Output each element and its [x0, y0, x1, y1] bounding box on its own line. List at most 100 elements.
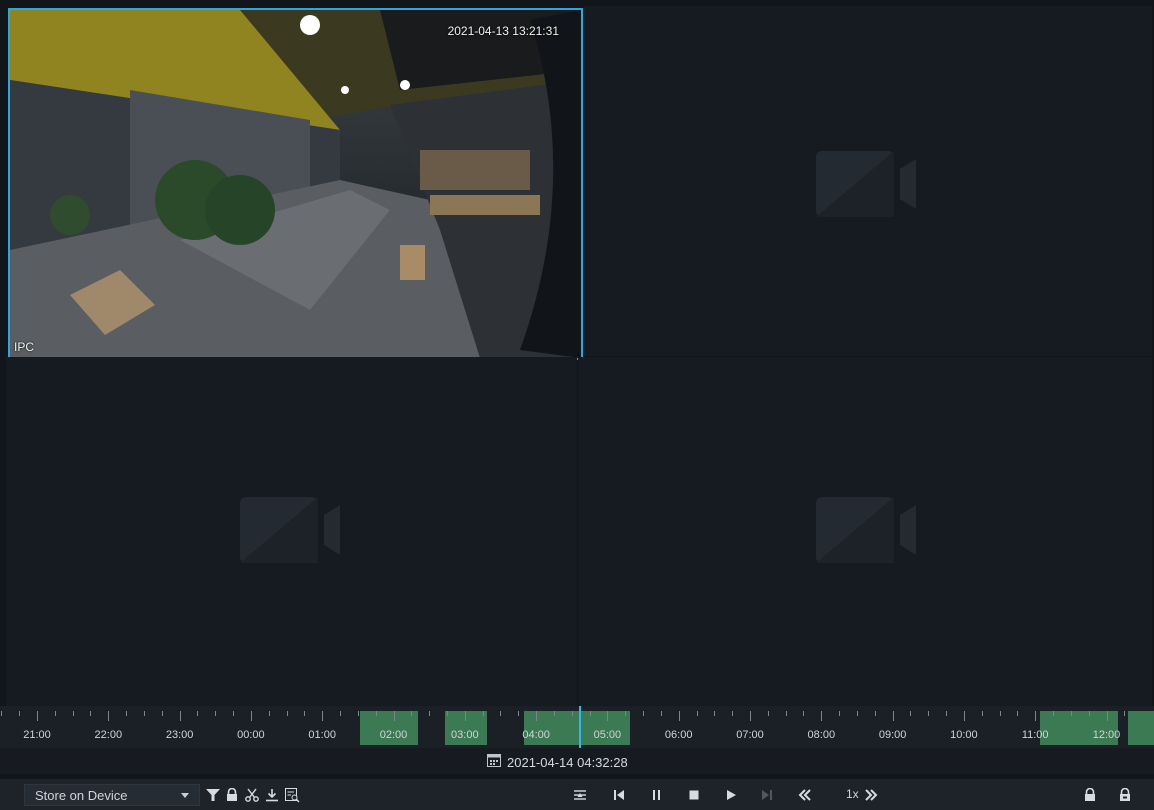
timeline-hour-label: 03:00: [451, 729, 479, 741]
timeline-tick: [928, 711, 930, 716]
timeline-tick: [179, 711, 181, 721]
storage-select[interactable]: Store on Device: [24, 784, 200, 806]
slow-down-icon[interactable]: [797, 787, 813, 803]
lock-icon[interactable]: [224, 787, 240, 803]
timeline-tick: [910, 711, 912, 716]
timeline-tick: [536, 711, 538, 721]
timeline-hour-label: 06:00: [664, 729, 693, 741]
video-pane-4[interactable]: [578, 357, 1152, 706]
date-bar: 2021-04-14 04:32:28: [0, 748, 1154, 774]
timeline-tick: [1, 711, 3, 716]
stop-icon[interactable]: [686, 787, 702, 803]
timeline-hour-label: 04:00: [522, 729, 550, 741]
pause-icon[interactable]: [649, 787, 665, 803]
play-icon[interactable]: [723, 787, 739, 803]
playback-timeline[interactable]: 21:00 22:00 23:00 00:00 01:00 02:00 03:00 04:00…: [0, 706, 1154, 748]
timeline-tick: [108, 711, 110, 721]
timeline-tick: [553, 711, 555, 716]
timeline-hour-label: 07:00: [736, 729, 764, 741]
timeline-tick: [357, 711, 359, 716]
video-pane-3[interactable]: [6, 357, 577, 706]
timeline-cursor[interactable]: [579, 706, 581, 748]
timeline-hour-label: 12:00: [1092, 729, 1121, 741]
timeline-tick: [90, 711, 92, 716]
timeline-tick: [482, 711, 484, 716]
timeline-hour-label: 10:00: [950, 729, 978, 741]
timeline-tick: [1053, 711, 1055, 716]
timeline-tick: [411, 711, 413, 716]
timeline-hour-label: 23:00: [165, 729, 194, 741]
timeline-tick: [37, 711, 38, 721]
camera-feed-image: 2021-04-13 13:21:31 IPC: [10, 10, 581, 358]
timeline-tick: [340, 711, 342, 716]
timeline-hour-label: 21:00: [23, 729, 51, 741]
video-camera-icon: [240, 497, 340, 563]
video-pane-2[interactable]: [584, 6, 1152, 356]
search-record-icon[interactable]: [284, 787, 300, 803]
timeline-tick: [322, 711, 324, 721]
timeline-tick: [892, 711, 894, 721]
lock-open-icon[interactable]: [1117, 787, 1133, 803]
timeline-tick: [767, 711, 769, 716]
timeline-tick: [839, 711, 841, 716]
speed-up-icon[interactable]: [863, 787, 879, 803]
record-segment: [1128, 711, 1154, 745]
timeline-hour-label: 09:00: [878, 729, 907, 741]
timeline-tick: [1017, 711, 1019, 716]
timeline-tick: [732, 711, 734, 716]
timeline-tick: [268, 711, 270, 716]
timeline-tick: [375, 711, 377, 716]
timeline-hour-label: 11:00: [1021, 729, 1049, 741]
filter-icon[interactable]: [205, 787, 221, 803]
timeline-tick: [946, 711, 948, 716]
timeline-tick: [518, 711, 520, 716]
timeline-tick: [981, 711, 983, 716]
timeline-hour-label: 01:00: [308, 729, 336, 741]
timeline-tick: [286, 711, 288, 716]
timeline-hour-label: 08:00: [807, 729, 836, 741]
sync-icon[interactable]: [572, 787, 588, 803]
playback-speed[interactable]: 1x: [846, 787, 859, 801]
timeline-tick: [304, 711, 306, 716]
storage-select-value: Store on Device: [35, 787, 128, 803]
osd-channel-name: IPC: [14, 340, 35, 354]
timeline-tick: [464, 711, 466, 721]
lock-closed-icon[interactable]: [1082, 787, 1098, 803]
timeline-tick: [874, 711, 876, 716]
timeline-tick: [143, 711, 145, 716]
timeline-tick: [803, 711, 805, 716]
corridor-scene: [10, 10, 581, 358]
osd-timestamp: 2021-04-13 13:21:31: [447, 24, 559, 38]
video-camera-icon: [816, 151, 916, 217]
timeline-tick: [607, 711, 609, 721]
timeline-tick: [215, 711, 217, 716]
timeline-hour-label: 02:00: [379, 729, 408, 741]
download-icon[interactable]: [264, 787, 280, 803]
video-camera-icon: [816, 497, 916, 563]
timeline-tick: [625, 711, 627, 716]
timeline-tick: [999, 711, 1001, 716]
timeline-tick: [161, 711, 163, 716]
timeline-tick: [1088, 711, 1090, 716]
timeline-tick: [126, 711, 128, 716]
playback-toolbar: Store on Device 1x: [0, 779, 1154, 810]
scissors-icon[interactable]: [244, 787, 260, 803]
timeline-tick: [54, 711, 56, 716]
timeline-tick: [643, 711, 645, 716]
timeline-tick: [250, 711, 252, 721]
next-frame-icon[interactable]: [759, 787, 775, 803]
timeline-tick: [714, 711, 716, 716]
timeline-hour-label: 22:00: [94, 729, 123, 741]
timeline-hour-label: 00:00: [237, 729, 265, 741]
timeline-tick: [233, 711, 235, 716]
calendar-icon[interactable]: [487, 753, 501, 772]
timeline-tick: [785, 711, 787, 716]
timeline-tick: [446, 711, 448, 716]
previous-frame-icon[interactable]: [611, 787, 627, 803]
timeline-tick: [571, 711, 573, 716]
video-grid: 2021-04-13 13:21:31 IPC: [6, 6, 1152, 706]
timeline-tick: [500, 711, 502, 716]
timeline-tick: [197, 711, 199, 716]
timeline-hour-label: 05:00: [593, 729, 622, 741]
video-pane-1[interactable]: 2021-04-13 13:21:31 IPC: [8, 8, 583, 360]
